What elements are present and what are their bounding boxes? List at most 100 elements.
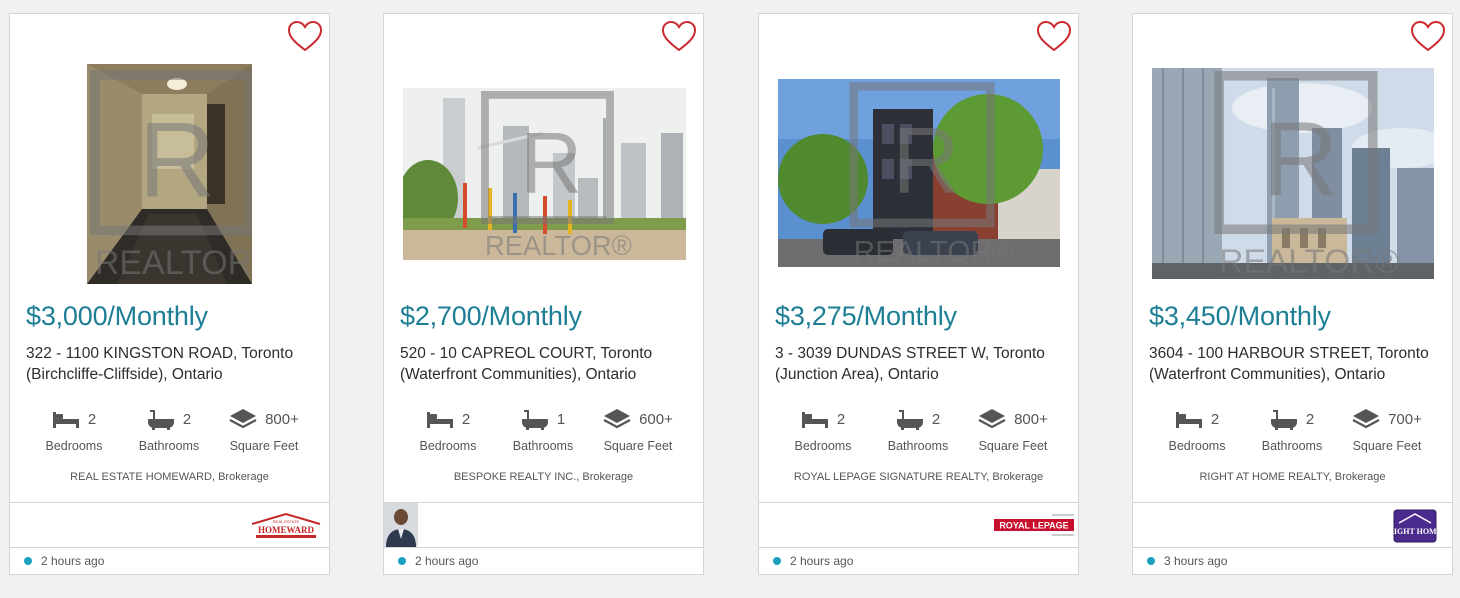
- bedrooms-value: 2: [87, 410, 97, 428]
- divider: [384, 547, 703, 548]
- realtor-watermark-text: REALTOR®: [95, 244, 252, 282]
- divider: [1133, 502, 1452, 503]
- favorite-heart-icon[interactable]: [661, 20, 697, 54]
- address-locality: (Birchcliffe-Cliffside), Ontario: [26, 366, 223, 383]
- sqft-label: Square Feet: [978, 439, 1048, 453]
- realtor-watermark-text: REALTOR®: [485, 230, 632, 260]
- divider: [10, 547, 329, 548]
- brokerage-name: BESPOKE REALTY INC., Brokerage: [453, 471, 634, 483]
- listing-photo[interactable]: R REALTOR®: [1152, 68, 1434, 279]
- area-layers-icon: [978, 409, 1006, 429]
- bedrooms-feature: 2 Bedrooms: [773, 406, 873, 454]
- listing-price[interactable]: $3,275/Monthly: [775, 301, 957, 332]
- realtor-logo-icon: R REALTOR®: [481, 91, 632, 260]
- bathrooms-feature: 2 Bathrooms: [868, 406, 968, 453]
- listing-address[interactable]: 3604 - 100 HARBOUR STREET, Toronto (Wate…: [1149, 343, 1444, 385]
- brokerage-name: REAL ESTATE HOMEWARD, Brokerage: [70, 471, 269, 483]
- brokerage-name: RIGHT AT HOME REALTY, Brokerage: [1199, 471, 1386, 483]
- bathrooms-label: Bathrooms: [1261, 439, 1323, 453]
- divider: [1133, 547, 1452, 548]
- divider: [384, 502, 703, 503]
- bathrooms-feature: 2 Bathrooms: [1242, 406, 1342, 453]
- bed-icon: [52, 412, 79, 428]
- area-layers-icon: [1352, 409, 1380, 429]
- svg-text:R: R: [1262, 101, 1338, 219]
- bathrooms-label: Bathrooms: [512, 439, 574, 453]
- posted-time: 2 hours ago: [773, 554, 853, 568]
- listing-card[interactable]: R REALTOR® $3,275/Monthly 3 - 3039 DUNDAS…: [758, 13, 1079, 575]
- listing-photo[interactable]: R REALTOR®: [87, 64, 252, 284]
- address-locality: (Waterfront Communities), Ontario: [1149, 366, 1386, 383]
- bathtub-icon: [521, 410, 548, 430]
- bed-icon: [1175, 412, 1202, 428]
- bathrooms-label: Bathrooms: [887, 439, 949, 453]
- posted-time-text: 3 hours ago: [1164, 554, 1228, 568]
- status-dot-icon: [1147, 557, 1155, 565]
- realtor-watermark-text: REALTOR®: [1219, 243, 1399, 279]
- listing-card[interactable]: R REALTOR® $3,000/Monthly 322 - 1100 KING…: [9, 13, 330, 575]
- listing-photo[interactable]: R REALTOR®: [403, 88, 686, 260]
- posted-time: 2 hours ago: [398, 554, 478, 568]
- bathrooms-feature: 2 Bathrooms: [119, 406, 219, 453]
- listing-address[interactable]: 3 - 3039 DUNDAS STREET W, Toronto (Junct…: [775, 343, 1070, 385]
- realtor-watermark-text: REALTOR®: [854, 235, 1014, 267]
- right-at-home-logo[interactable]: RIGHT HOME: [1393, 509, 1437, 543]
- bathtub-icon: [147, 410, 174, 430]
- bathtub-icon: [896, 410, 923, 430]
- sqft-feature: 600+ Square Feet: [588, 406, 688, 453]
- listing-address[interactable]: 322 - 1100 KINGSTON ROAD, Toronto (Birch…: [26, 343, 321, 385]
- sqft-feature: 700+ Square Feet: [1337, 406, 1437, 453]
- listing-price[interactable]: $3,450/Monthly: [1149, 301, 1331, 332]
- listing-price[interactable]: $2,700/Monthly: [400, 301, 582, 332]
- bathtub-icon: [1270, 410, 1297, 430]
- divider: [10, 502, 329, 503]
- bathrooms-feature: 1 Bathrooms: [493, 406, 593, 453]
- agent-avatar[interactable]: [384, 503, 418, 547]
- bedrooms-value: 2: [461, 410, 471, 428]
- bed-icon: [426, 412, 453, 428]
- bedrooms-label: Bedrooms: [794, 439, 852, 453]
- homeward-logo-text: HOMEWARD: [258, 525, 315, 535]
- address-locality: (Waterfront Communities), Ontario: [400, 366, 637, 383]
- favorite-heart-icon[interactable]: [287, 20, 323, 54]
- sqft-label: Square Feet: [229, 439, 299, 453]
- listing-card[interactable]: R REALTOR® $3,450/Monthly 3604 - 100 HARB…: [1132, 13, 1453, 575]
- address-line: 3604 - 100 HARBOUR STREET, Toronto: [1149, 345, 1429, 362]
- right-at-home-logo-text: RIGHT HOME: [1393, 527, 1437, 536]
- posted-time-text: 2 hours ago: [790, 554, 854, 568]
- listing-address[interactable]: 520 - 10 CAPREOL COURT, Toronto (Waterfr…: [400, 343, 695, 385]
- bedrooms-feature: 2 Bedrooms: [398, 406, 498, 454]
- realtor-logo-icon: R REALTOR®: [849, 82, 1014, 267]
- sqft-feature: 800+ Square Feet: [214, 406, 314, 453]
- posted-time: 2 hours ago: [24, 554, 104, 568]
- listing-card[interactable]: R REALTOR® $2,700/Monthly 520 - 10 CAPREO…: [383, 13, 704, 575]
- area-layers-icon: [229, 409, 257, 429]
- listing-price[interactable]: $3,000/Monthly: [26, 301, 208, 332]
- realtor-logo-icon: R REALTOR®: [1214, 71, 1400, 279]
- bedrooms-label: Bedrooms: [419, 439, 477, 453]
- bathrooms-value: 2: [931, 410, 941, 428]
- bathrooms-value: 2: [1305, 410, 1315, 428]
- bedrooms-feature: 2 Bedrooms: [1147, 406, 1247, 454]
- favorite-heart-icon[interactable]: [1410, 20, 1446, 54]
- favorite-heart-icon[interactable]: [1036, 20, 1072, 54]
- sqft-value: 700+: [1388, 410, 1422, 428]
- bedrooms-label: Bedrooms: [45, 439, 103, 453]
- area-layers-icon: [603, 409, 631, 429]
- bed-icon: [801, 412, 828, 428]
- svg-text:R: R: [139, 99, 216, 219]
- address-line: 520 - 10 CAPREOL COURT, Toronto: [400, 345, 653, 362]
- status-dot-icon: [398, 557, 406, 565]
- bedrooms-value: 2: [1210, 410, 1220, 428]
- sqft-feature: 800+ Square Feet: [963, 406, 1063, 453]
- royal-lepage-logo[interactable]: ROYAL LEPAGE: [994, 513, 1074, 537]
- posted-time: 3 hours ago: [1147, 554, 1227, 568]
- divider: [759, 547, 1078, 548]
- brokerage-name: ROYAL LEPAGE SIGNATURE REALTY, Brokerage: [793, 471, 1044, 483]
- status-dot-icon: [773, 557, 781, 565]
- address-locality: (Junction Area), Ontario: [775, 366, 939, 383]
- royal-lepage-logo-text: ROYAL LEPAGE: [999, 521, 1068, 531]
- listing-photo[interactable]: R REALTOR®: [778, 79, 1060, 267]
- homeward-logo[interactable]: REAL ESTATE HOMEWARD: [250, 512, 322, 540]
- sqft-value: 800+: [265, 410, 299, 428]
